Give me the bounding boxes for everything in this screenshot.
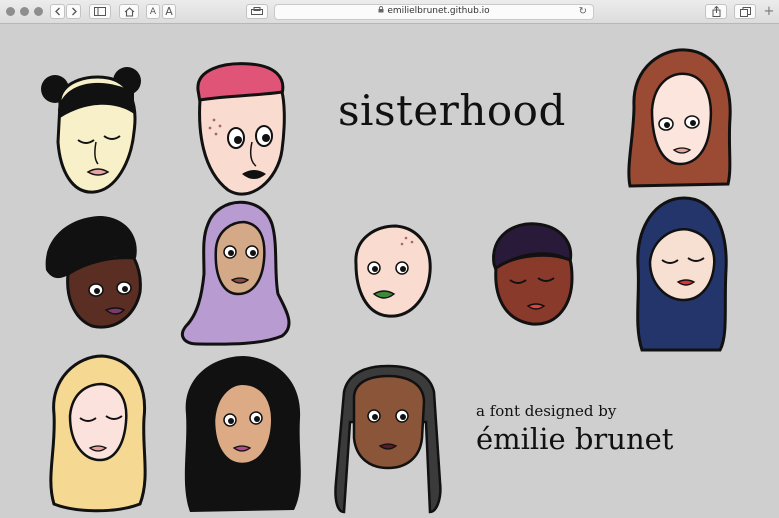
forward-button[interactable] xyxy=(66,4,81,19)
face-illustration-brown-hair xyxy=(627,48,732,188)
lock-icon xyxy=(378,6,384,16)
reader-button[interactable] xyxy=(246,4,268,19)
sidebar-icon xyxy=(94,7,106,16)
address-bar[interactable]: emilielbrunet.github.io ↻ xyxy=(274,4,594,20)
page-content: sisterhood a font designed by émilie bru… xyxy=(0,24,779,517)
face-illustration-black-curly xyxy=(184,356,301,512)
face-illustration-pink-hair xyxy=(196,62,286,196)
sidebar-button[interactable] xyxy=(89,4,111,19)
face-illustration-hijab xyxy=(181,200,291,346)
text-smaller-button[interactable]: A xyxy=(146,4,160,19)
zoom-window-button[interactable] xyxy=(34,7,43,16)
home-icon xyxy=(124,6,135,17)
author-name: émilie brunet xyxy=(476,422,674,456)
share-icon xyxy=(712,6,721,17)
share-button[interactable] xyxy=(705,4,727,19)
minimize-window-button[interactable] xyxy=(20,7,29,16)
back-button[interactable] xyxy=(50,4,65,19)
face-illustration-curly-short xyxy=(492,222,574,326)
face-illustration-dark-bun xyxy=(45,216,142,329)
forward-icon xyxy=(70,7,78,16)
face-illustration-blonde xyxy=(49,354,147,513)
url-text: emilielbrunet.github.io xyxy=(387,6,490,16)
tabs-overview-button[interactable] xyxy=(734,4,756,19)
home-button[interactable] xyxy=(119,4,139,19)
page-title: sisterhood xyxy=(338,86,566,135)
face-illustration-navy-hair xyxy=(636,196,728,352)
back-icon xyxy=(54,7,62,16)
face-illustration-buns xyxy=(41,67,141,194)
close-window-button[interactable] xyxy=(6,7,15,16)
face-illustration-braids xyxy=(334,364,442,514)
face-illustration-bald xyxy=(354,224,432,318)
reload-icon[interactable]: ↻ xyxy=(579,6,587,17)
new-tab-icon[interactable]: + xyxy=(762,4,776,19)
browser-toolbar: A A emilielbrunet.github.io ↻ + xyxy=(0,0,779,24)
text-larger-button[interactable]: A xyxy=(162,4,176,19)
tabs-icon xyxy=(739,6,751,17)
subtitle: a font designed by xyxy=(476,402,617,420)
reader-icon xyxy=(251,7,263,16)
